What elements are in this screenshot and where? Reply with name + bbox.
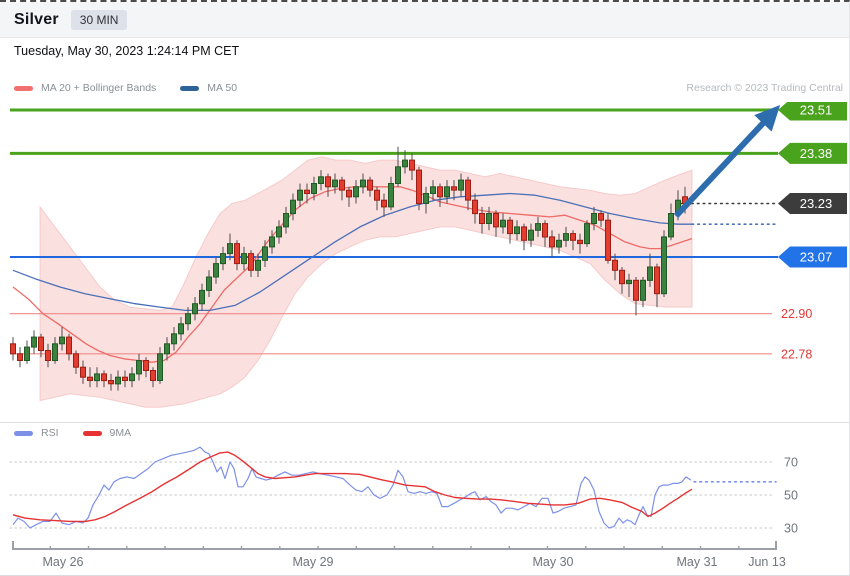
legend-item-ma50: MA 50 [180,82,237,94]
svg-text:May 29: May 29 [293,555,334,569]
legend-item-ma20-bollinger: MA 20 + Bollinger Bands [14,82,156,94]
svg-text:23.07: 23.07 [800,250,833,265]
svg-text:22.90: 22.90 [781,307,812,321]
rsi-gridlines: 70 50 30 [9,456,798,536]
svg-text:May 30: May 30 [533,555,574,569]
legend-label: MA 20 + Bollinger Bands [41,82,157,94]
rsi-line [12,446,692,529]
header-band: Silver 30 MIN [0,2,849,38]
trading-central-chart-card: Silver 30 MIN Tuesday, May 30, 2023 1:24… [0,0,850,576]
svg-text:23.23: 23.23 [800,196,833,211]
x-axis: May 26 May 29 May 30 May 31 Jun 13 [12,541,786,569]
svg-text:70: 70 [784,456,798,470]
svg-text:May 26: May 26 [43,555,84,569]
svg-text:23.38: 23.38 [800,146,833,161]
svg-text:50: 50 [784,489,798,503]
price-chart: 22.90 22.78 23.51 23.38 23.23 23.07 [10,102,847,408]
svg-text:22.78: 22.78 [781,347,812,361]
svg-text:Jun 13: Jun 13 [748,555,786,569]
main-chart-legend: MA 20 + Bollinger Bands MA 50 [14,82,261,94]
timeframe-badge: 30 MIN [70,9,128,30]
ma20-bollinger-swatch [14,85,33,91]
legend-label: MA 50 [207,82,238,94]
svg-text:30: 30 [784,522,798,536]
ma50-swatch [180,85,200,91]
svg-text:23.51: 23.51 [800,103,833,118]
svg-text:May 31: May 31 [677,555,718,569]
trend-arrow [673,104,781,219]
price-labels: 23.51 23.38 23.23 23.07 [778,102,847,268]
rsi-chart: 70 50 30 May 26 May 29 May 30 May 31 Jun 13 [9,446,798,569]
instrument-title: Silver [14,10,59,28]
research-credit: Research © 2023 Trading Central [686,82,843,94]
timestamp: Tuesday, May 30, 2023 1:24:14 PM CET [14,44,240,58]
